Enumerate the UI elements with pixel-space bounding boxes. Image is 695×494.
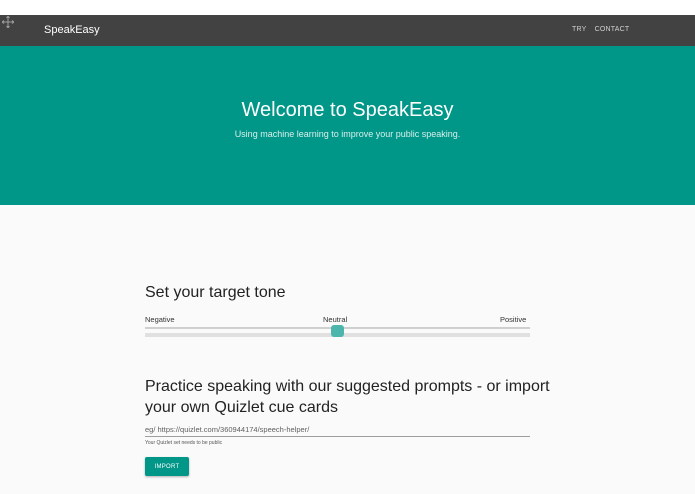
import-button[interactable]: IMPORT — [145, 457, 189, 476]
tone-label-positive: Positive — [500, 315, 527, 324]
hero-title: Welcome to SpeakEasy — [241, 99, 454, 121]
tone-label-neutral: Neutral — [323, 315, 348, 324]
nav-link-contact[interactable]: CONTACT — [595, 26, 630, 33]
nav-link-try[interactable]: TRY — [572, 26, 586, 33]
tone-title: Set your target tone — [145, 284, 286, 301]
prompts-title: Practice speaking with our suggested pro… — [145, 378, 550, 416]
move-icon[interactable] — [2, 16, 14, 28]
quizlet-helper-text: Your Quizlet set needs to be public — [145, 440, 223, 446]
quizlet-url-input[interactable] — [145, 423, 530, 437]
brand-logo[interactable]: SpeakEasy — [44, 24, 100, 36]
hero-subtitle: Using machine learning to improve your p… — [234, 129, 461, 139]
tone-label-negative: Negative — [145, 315, 175, 324]
navbar: SpeakEasy TRY CONTACT — [0, 15, 695, 46]
top-strip — [0, 0, 695, 15]
main-content — [0, 205, 695, 494]
nav-links: TRY CONTACT — [572, 26, 635, 33]
hero-banner: Welcome to SpeakEasy Using machine learn… — [0, 46, 695, 205]
tone-slider-thumb[interactable] — [331, 325, 344, 337]
